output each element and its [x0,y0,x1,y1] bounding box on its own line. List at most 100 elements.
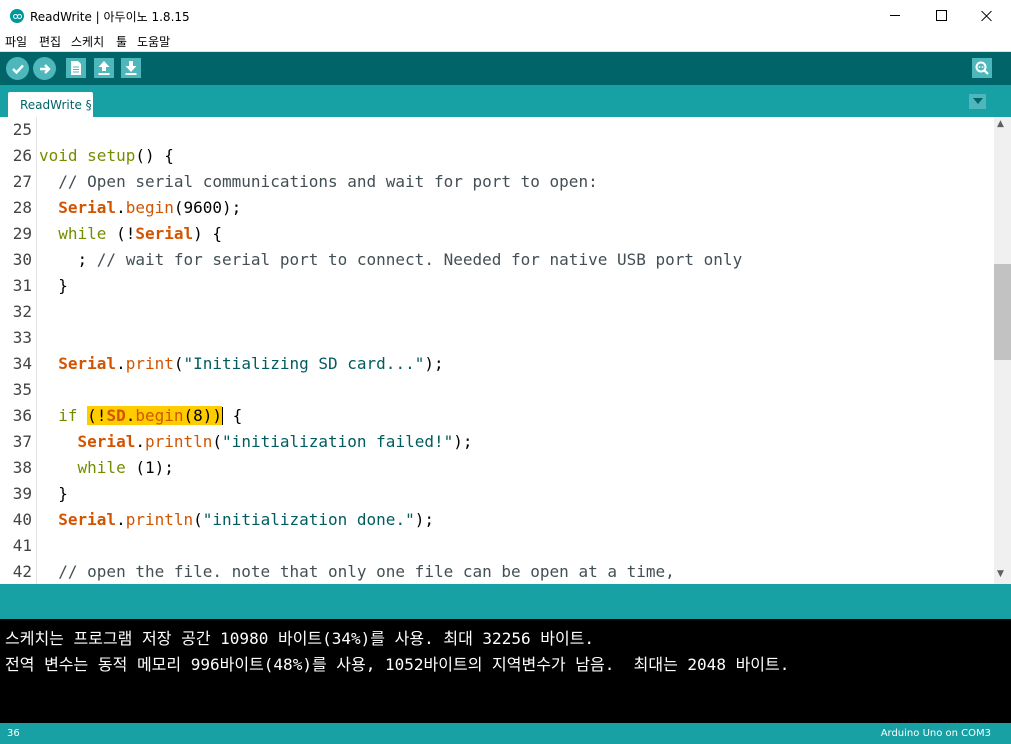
code-line[interactable]: } [39,276,68,295]
upload-icon [39,63,51,74]
code-token: println [144,432,213,451]
arduino-logo-icon [10,9,24,23]
menu-sketch[interactable]: 스케치 [71,33,104,50]
line-number: 42 [12,562,32,581]
code-token: while [77,458,126,477]
toolbar [0,52,1011,85]
bracket-highlight-token: . [125,406,136,425]
code-token: Serial [77,432,136,451]
line-number: 40 [12,510,32,529]
bracket-highlight-token: (8)) [183,406,223,425]
line-number: 32 [12,302,32,321]
menu-tools[interactable]: 툴 [116,33,127,50]
code-line[interactable]: if (!SD.begin(8)) { [39,406,242,425]
line-number: 39 [12,484,32,503]
code-line[interactable]: Serial.begin(9600); [39,198,241,217]
scroll-down-icon[interactable]: ▼ [997,569,1004,579]
maximize-button[interactable] [918,0,964,31]
status-line-number: 36 [7,728,20,739]
line-number: 26 [12,146,32,165]
line-number: 31 [12,276,32,295]
code-editor[interactable]: 25 26 void setup() {27 // Open serial comm… [0,117,994,584]
chevron-down-icon [972,98,983,104]
menu-file[interactable]: 파일 [5,33,27,50]
console-line: 전역 변수는 동적 메모리 996바이트(48%)를 사용, 1052바이트의 … [5,655,790,674]
code-token: "initialization failed!" [222,432,454,451]
line-number: 35 [12,380,32,399]
verify-icon [11,64,24,74]
code-token: { [223,406,243,425]
title-bar: ReadWrite | 아두이노 1.8.15 [0,0,1011,31]
new-sketch-button[interactable] [66,58,86,78]
menu-help[interactable]: 도움말 [137,33,170,50]
code-token: . [135,432,145,451]
minimize-icon [890,15,900,16]
menu-bar: 파일 편집 스케치 툴 도움말 [0,31,1011,52]
code-token: setup [87,146,136,165]
code-token: ( [173,354,184,373]
message-area [0,584,1011,619]
code-line[interactable]: while (1); [39,458,174,477]
code-token: . [116,198,126,217]
code-line[interactable]: Serial.println("initialization done."); [39,510,434,529]
code-token: if [58,406,78,425]
line-number: 25 [12,120,32,139]
code-token: println [125,510,194,529]
code-token: . [116,354,126,373]
code-line[interactable]: Serial.print("Initializing SD card..."); [39,354,444,373]
scrollbar-thumb[interactable] [994,264,1011,360]
code-line[interactable]: // open the file. note that only one fil… [39,562,675,581]
gutter-separator [36,117,37,584]
status-board-port: Arduino Uno on COM3 [880,728,991,739]
bracket-highlight-token: (! [87,406,107,425]
code-token: (! [106,224,136,243]
code-token: ); [453,432,473,451]
save-sketch-button[interactable] [121,58,141,78]
code-line[interactable]: // Open serial communications and wait f… [39,172,598,191]
verify-button[interactable] [6,57,29,80]
line-number: 41 [12,536,32,555]
menu-edit[interactable]: 편집 [39,33,61,50]
upload-button[interactable] [33,57,56,80]
line-number: 29 [12,224,32,243]
scroll-up-icon[interactable]: ▲ [997,119,1004,129]
minimize-button[interactable] [872,0,918,31]
code-line[interactable]: Serial.println("initialization failed!")… [39,432,473,451]
code-token: while [58,224,107,243]
new-icon [71,61,81,75]
open-sketch-button[interactable] [94,58,114,78]
tab-bar: ReadWrite § [0,85,1011,117]
tab-readwrite[interactable]: ReadWrite § [8,92,93,117]
code-token: // wait for serial port to connect. Need… [96,250,743,269]
code-token: // open the file. note that only one fil… [39,562,675,581]
code-token: Serial [58,198,117,217]
code-token: begin [125,198,174,217]
line-number: 34 [12,354,32,373]
code-line[interactable]: } [39,484,68,503]
code-line[interactable]: void setup() { [39,146,174,165]
serial-monitor-icon [975,61,989,75]
line-number: 30 [12,250,32,269]
code-token: // Open serial communications and wait f… [39,172,598,191]
serial-monitor-button[interactable] [972,58,992,78]
bracket-highlight-token: SD [106,406,126,425]
code-line[interactable]: ; // wait for serial port to connect. Ne… [39,250,743,269]
code-token: ); [424,354,444,373]
line-number: 38 [12,458,32,477]
close-icon [981,10,993,22]
code-token: ( [193,510,203,529]
line-number: 36 [12,406,32,425]
tab-menu-button[interactable] [969,94,986,109]
code-line[interactable]: while (!Serial) { [39,224,222,243]
editor-vertical-scrollbar[interactable]: ▲ ▼ [994,117,1011,584]
code-token: ; [39,250,97,269]
bracket-highlight-token: begin [135,406,184,425]
window-title: ReadWrite | 아두이노 1.8.15 [30,10,190,24]
console-output: 스케치는 프로그램 저장 공간 10980 바이트(34%)를 사용. 최대 3… [0,619,1011,723]
close-button[interactable] [964,0,1010,31]
code-token: . [116,510,126,529]
